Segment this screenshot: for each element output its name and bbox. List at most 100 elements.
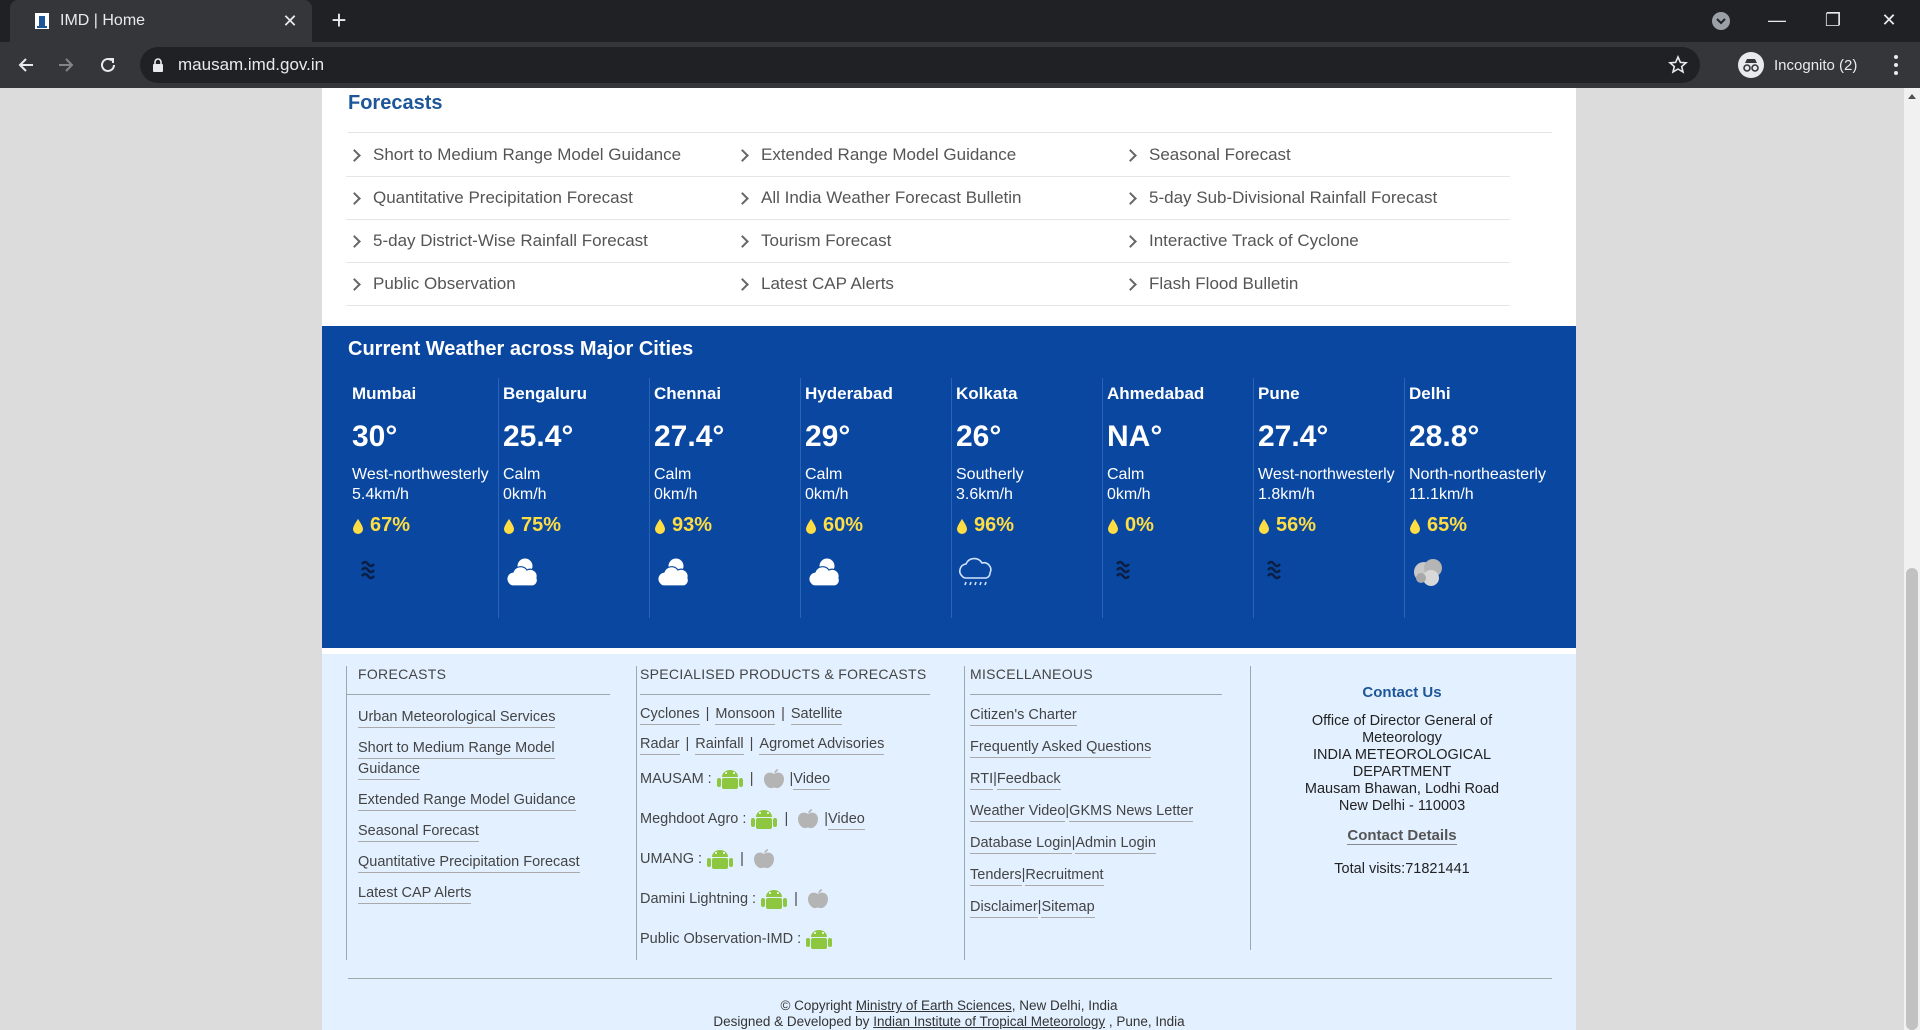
humidity-drop-icon	[956, 518, 968, 534]
forecast-link[interactable]: Public Observation	[346, 263, 734, 306]
ministry-link[interactable]: Ministry of Earth Sciences	[856, 998, 1012, 1013]
tenders-link[interactable]: Tenders	[970, 865, 1022, 886]
footer-link-qpf[interactable]: Quantitative Precipitation Forecast	[358, 852, 580, 873]
android-icon[interactable]	[805, 927, 833, 951]
omnibox[interactable]: mausam.imd.gov.in	[140, 47, 1700, 83]
scroll-up-arrow-icon[interactable]	[1908, 94, 1916, 99]
apple-icon[interactable]	[750, 847, 778, 871]
meghdoot-video-link[interactable]: Video	[828, 809, 865, 830]
chevron-right-icon	[1124, 277, 1137, 291]
footer-link-extended-range[interactable]: Extended Range Model Guidance	[358, 790, 576, 811]
faq-link[interactable]: Frequently Asked Questions	[970, 737, 1152, 758]
browser-menu-icon[interactable]	[1886, 53, 1906, 77]
incognito-button[interactable]: Incognito (2)	[1732, 48, 1872, 82]
page-scrollbar[interactable]	[1904, 88, 1920, 1030]
rainfall-link[interactable]: Rainfall	[695, 734, 744, 755]
chevron-right-icon	[348, 148, 361, 162]
contact-us-heading[interactable]: Contact Us	[1252, 684, 1552, 701]
radar-link[interactable]: Radar	[640, 734, 680, 755]
partly-cloudy-icon	[654, 554, 694, 590]
forecast-link[interactable]: 5-day Sub-Divisional Rainfall Forecast	[1122, 177, 1510, 220]
city-list: Mumbai 30° West-northwesterly 5.4km/h 67% Ben…	[348, 378, 1568, 618]
minimize-icon[interactable]: —	[1752, 4, 1802, 36]
database-login-link[interactable]: Database Login	[970, 833, 1072, 854]
forecast-link[interactable]: All India Weather Forecast Bulletin	[734, 177, 1122, 220]
forecast-link[interactable]: Short to Medium Range Model Guidance	[346, 134, 734, 177]
footer-misc-heading: MISCELLANEOUS	[970, 666, 1093, 682]
city-name: Chennai	[654, 384, 722, 403]
tab-bar: IMD | Home ✕ + — ❐ ✕	[0, 0, 1920, 42]
mausam-label: MAUSAM :	[640, 771, 712, 787]
browser-tab[interactable]: IMD | Home ✕	[10, 0, 312, 42]
citizens-charter-link[interactable]: Citizen's Charter	[970, 705, 1077, 726]
forecast-link[interactable]: Flash Flood Bulletin	[1122, 263, 1510, 306]
haze-icon	[1107, 554, 1147, 590]
tab-close-icon[interactable]: ✕	[280, 11, 300, 32]
city-humidity: 65%	[1409, 514, 1467, 537]
satellite-link[interactable]: Satellite	[790, 704, 843, 725]
city-name: Pune	[1258, 384, 1300, 403]
apple-icon[interactable]	[794, 807, 822, 831]
forecast-link[interactable]: 5-day District-Wise Rainfall Forecast	[346, 220, 734, 263]
gkms-link[interactable]: GKMS News Letter	[1069, 801, 1194, 822]
footer-link-short-medium[interactable]: Short to Medium Range Model	[358, 738, 555, 759]
tab-search-icon[interactable]	[1710, 10, 1732, 32]
reload-icon[interactable]	[94, 51, 122, 79]
apple-icon[interactable]	[804, 887, 832, 911]
drizzle-icon	[956, 554, 996, 590]
back-arrow-icon[interactable]	[12, 51, 40, 79]
chevron-right-icon	[348, 277, 361, 291]
umang-label: UMANG :	[640, 851, 703, 867]
incognito-icon	[1738, 52, 1764, 78]
admin-login-link[interactable]: Admin Login	[1075, 833, 1156, 854]
forecast-link[interactable]: Quantitative Precipitation Forecast	[346, 177, 734, 220]
footer-link-cap-alerts[interactable]: Latest CAP Alerts	[358, 883, 472, 904]
humidity-drop-icon	[805, 518, 817, 534]
monsoon-link[interactable]: Monsoon	[715, 704, 776, 725]
humidity-drop-icon	[654, 518, 666, 534]
forecast-link[interactable]: Interactive Track of Cyclone	[1122, 220, 1510, 263]
humidity-value: 65%	[1427, 514, 1468, 536]
disclaimer-link[interactable]: Disclaimer	[970, 897, 1038, 918]
current-weather-section: Current Weather across Major Cities Mumb…	[322, 326, 1576, 648]
forecast-link[interactable]: Tourism Forecast	[734, 220, 1122, 263]
lock-icon[interactable]	[152, 58, 164, 72]
recruitment-link[interactable]: Recruitment	[1025, 865, 1104, 886]
weather-video-link[interactable]: Weather Video	[970, 801, 1066, 822]
agromet-link[interactable]: Agromet Advisories	[759, 734, 885, 755]
forecast-link[interactable]: Extended Range Model Guidance	[734, 134, 1122, 177]
scrollbar-thumb[interactable]	[1906, 568, 1918, 1030]
footer-link-short-medium-guidance[interactable]: Guidance	[358, 759, 421, 780]
designed-prefix: Designed & Developed by	[713, 1014, 870, 1029]
humidity-drop-icon	[503, 518, 515, 534]
url-text[interactable]: mausam.imd.gov.in	[178, 55, 324, 75]
android-icon[interactable]	[750, 807, 778, 831]
sitemap-link[interactable]: Sitemap	[1041, 897, 1095, 918]
android-icon[interactable]	[716, 767, 744, 791]
footer-link-seasonal[interactable]: Seasonal Forecast	[358, 821, 479, 842]
contact-details-link[interactable]: Contact Details	[1347, 827, 1457, 845]
footer-link-urban-met[interactable]: Urban Meteorological Services	[358, 707, 556, 728]
mausam-video-link[interactable]: Video	[793, 769, 831, 790]
forecast-link[interactable]: Seasonal Forecast	[1122, 134, 1510, 177]
android-icon[interactable]	[706, 847, 734, 871]
cyclones-link[interactable]: Cyclones	[640, 704, 700, 725]
rti-link[interactable]: RTI	[970, 769, 994, 790]
forward-arrow-icon[interactable]	[52, 51, 80, 79]
bookmark-star-icon[interactable]	[1656, 47, 1700, 83]
address-bar: mausam.imd.gov.in Incognito (2)	[0, 42, 1920, 88]
restore-icon[interactable]: ❐	[1808, 4, 1858, 36]
partly-cloudy-icon	[503, 554, 543, 590]
new-tab-plus-icon[interactable]: +	[324, 6, 354, 36]
close-window-icon[interactable]: ✕	[1864, 4, 1914, 36]
city-humidity: 67%	[352, 514, 410, 537]
iitm-link[interactable]: Indian Institute of Tropical Meteorology	[873, 1014, 1105, 1029]
city-humidity: 56%	[1258, 514, 1316, 537]
forecasts-heading: Forecasts	[348, 92, 443, 114]
forecast-link[interactable]: Latest CAP Alerts	[734, 263, 1122, 306]
feedback-link[interactable]: Feedback	[996, 769, 1061, 790]
imd-favicon-icon	[34, 12, 50, 30]
separator: |	[794, 891, 798, 907]
apple-icon[interactable]	[760, 767, 788, 791]
android-icon[interactable]	[760, 887, 788, 911]
